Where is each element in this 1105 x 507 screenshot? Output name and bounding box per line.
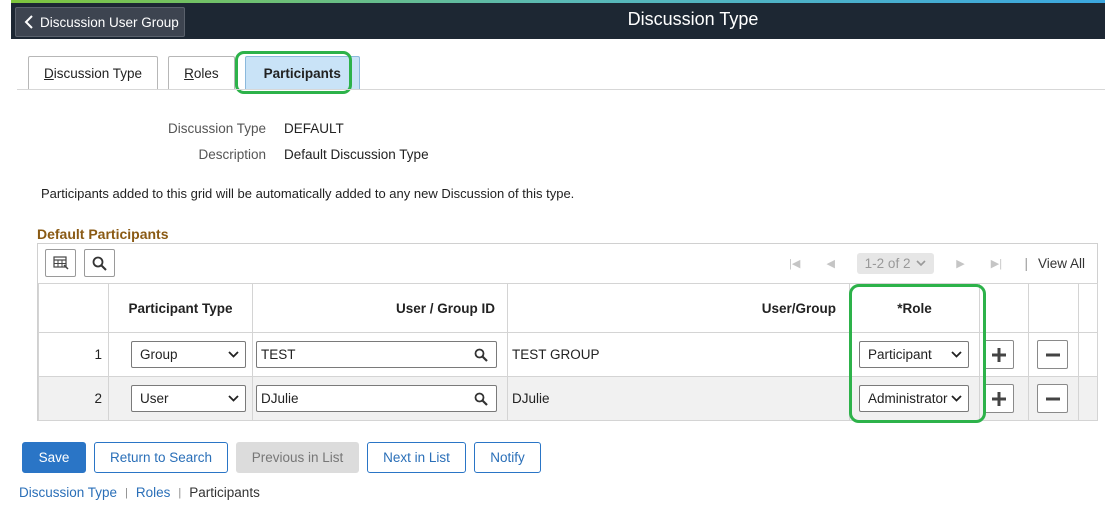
tab-divider xyxy=(17,89,1105,90)
user-group-id-value: TEST xyxy=(261,347,296,362)
row-number: 1 xyxy=(38,332,109,377)
lookup-icon[interactable] xyxy=(474,348,488,362)
tab-discussion-type[interactable]: Discussion Type xyxy=(28,56,159,89)
lookup-icon[interactable] xyxy=(474,392,488,406)
description-label: Description xyxy=(198,147,266,162)
tab-roles-accesskey: R xyxy=(184,65,194,81)
footer-current-page: Participants xyxy=(189,485,260,500)
participant-type-select[interactable]: Group xyxy=(131,341,246,368)
previous-page-icon[interactable]: ◀ xyxy=(821,257,841,270)
row-number: 2 xyxy=(38,376,109,421)
add-row-icon xyxy=(991,391,1006,406)
add-row-button[interactable] xyxy=(983,340,1014,369)
grid-search-button[interactable] xyxy=(84,249,115,277)
user-group-header: User/Group xyxy=(507,283,850,333)
user-group-id-input[interactable]: TEST xyxy=(256,341,497,368)
notify-button[interactable]: Notify xyxy=(474,442,541,473)
first-page-icon[interactable]: |◀ xyxy=(785,257,805,270)
user-group-id-input[interactable]: DJulie xyxy=(256,385,497,412)
tab-discussion-type-accesskey: D xyxy=(44,65,54,81)
footer-separator: | xyxy=(125,486,128,499)
user-group-id-header: User / Group ID xyxy=(252,283,508,333)
filler-column-header xyxy=(1078,283,1098,333)
footer-link-discussion-type[interactable]: Discussion Type xyxy=(19,485,117,500)
page-title: Discussion Type xyxy=(627,9,759,29)
participant-type-value: User xyxy=(140,391,169,406)
user-group-value: DJulie xyxy=(507,376,850,421)
return-to-search-button[interactable]: Return to Search xyxy=(94,442,228,473)
role-column-highlight-annotation xyxy=(849,284,986,423)
filler-cell xyxy=(1078,376,1098,421)
footer-link-roles[interactable]: Roles xyxy=(136,485,171,500)
save-button[interactable]: Save xyxy=(22,442,86,473)
delete-row-button[interactable] xyxy=(1037,340,1068,369)
row-number-header xyxy=(38,283,109,333)
chevron-down-icon xyxy=(228,351,239,358)
view-all-link[interactable]: View All xyxy=(1038,256,1085,271)
tab-discussion-type-label: iscussion Type xyxy=(53,65,143,81)
filler-cell xyxy=(1078,332,1098,377)
pager-separator: | xyxy=(1024,255,1028,271)
row-range-label: 1-2 of 2 xyxy=(864,255,911,271)
delete-row-icon xyxy=(1045,353,1060,356)
personalize-grid-icon xyxy=(52,256,69,270)
add-row-icon xyxy=(991,347,1006,362)
participant-type-select[interactable]: User xyxy=(131,385,246,412)
participant-type-value: Group xyxy=(140,347,178,362)
next-in-list-button[interactable]: Next in List xyxy=(367,442,466,473)
previous-in-list-button: Previous in List xyxy=(236,442,359,473)
discussion-type-label: Discussion Type xyxy=(167,121,266,136)
user-group-id-value: DJulie xyxy=(261,391,299,406)
footer-page-links: Discussion Type | Roles | Participants xyxy=(19,485,260,500)
grid-pager: |◀ ◀ 1-2 of 2 ▶ ▶| | View All xyxy=(777,250,1085,276)
add-column-header xyxy=(979,283,1029,333)
delete-row-button[interactable] xyxy=(1037,384,1068,413)
delete-column-header xyxy=(1028,283,1079,333)
user-group-value: TEST GROUP xyxy=(507,332,850,377)
tab-highlight-annotation xyxy=(235,51,352,94)
description-value: Default Discussion Type xyxy=(284,147,429,162)
discussion-type-value: DEFAULT xyxy=(284,121,344,136)
personalize-grid-button[interactable] xyxy=(45,249,76,277)
participant-type-header: Participant Type xyxy=(108,283,253,333)
row-range-select[interactable]: 1-2 of 2 xyxy=(856,252,935,274)
last-page-icon[interactable]: ▶| xyxy=(986,257,1006,270)
add-row-button[interactable] xyxy=(983,384,1014,413)
grid-info-note: Participants added to this grid will be … xyxy=(41,186,575,201)
search-icon xyxy=(92,256,107,271)
chevron-down-icon xyxy=(916,259,927,266)
grid-title: Default Participants xyxy=(37,226,169,242)
next-page-icon[interactable]: ▶ xyxy=(950,257,970,270)
top-banner: Discussion User Group Discussion Type xyxy=(11,3,1105,39)
tab-roles[interactable]: Roles xyxy=(168,56,235,89)
delete-row-icon xyxy=(1045,397,1060,400)
footer-separator: | xyxy=(178,486,182,499)
tab-roles-label: oles xyxy=(193,65,219,81)
chevron-down-icon xyxy=(228,395,239,402)
